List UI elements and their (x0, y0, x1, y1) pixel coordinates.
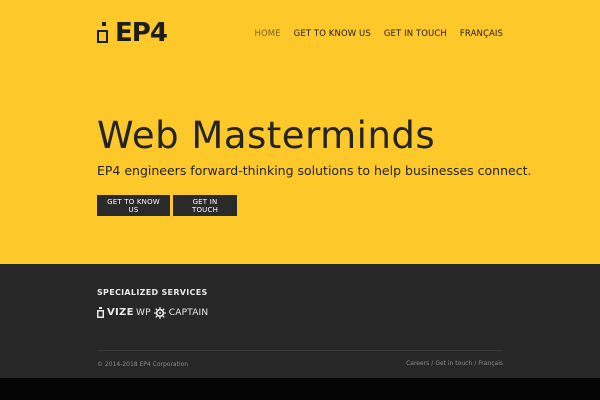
specialized-services-title: SPECIALIZED SERVICES (97, 288, 208, 297)
main-nav: HOME GET TO KNOW US GET IN TOUCH FRANÇAI… (254, 29, 503, 39)
copyright-text: © 2014-2018 EP4 Corporation (97, 361, 189, 368)
footer: SPECIALIZED SERVICES VIZE WP CAPTAIN © 2… (0, 264, 600, 378)
nav-item-get-to-know-us[interactable]: GET TO KNOW US (294, 29, 371, 39)
hero-title: Web Masterminds (97, 114, 436, 157)
logo-mark-icon (97, 19, 111, 47)
vize-partner-link[interactable]: VIZE (97, 307, 134, 318)
bottom-strip (0, 378, 600, 400)
footer-links: Careers / Get in touch / Français (406, 360, 503, 367)
footer-link-francais[interactable]: Français (478, 360, 503, 367)
nav-item-francais[interactable]: FRANÇAIS (460, 29, 503, 39)
hero-section: EP4 HOME GET TO KNOW US GET IN TOUCH FRA… (0, 0, 600, 264)
footer-link-get-in-touch[interactable]: Get in touch (435, 360, 472, 367)
vize-logo-icon (97, 307, 104, 318)
get-in-touch-button[interactable]: GET IN TOUCH (173, 195, 237, 216)
wp-captain-partner-link[interactable]: WP CAPTAIN (136, 307, 208, 319)
wp-captain-suffix: CAPTAIN (168, 308, 209, 318)
site-logo[interactable]: EP4 (97, 18, 168, 48)
nav-item-get-in-touch[interactable]: GET IN TOUCH (384, 29, 447, 39)
wp-captain-prefix: WP (136, 308, 151, 318)
logo-text: EP4 (115, 18, 168, 48)
get-to-know-us-button[interactable]: GET TO KNOW US (97, 195, 170, 216)
vize-name: VIZE (107, 307, 134, 318)
footer-link-separator: / (474, 360, 477, 367)
footer-link-separator: / (431, 360, 434, 367)
hero-subtitle: EP4 engineers forward-thinking solutions… (97, 163, 532, 178)
ship-wheel-icon (153, 307, 166, 319)
nav-item-home[interactable]: HOME (254, 29, 280, 39)
footer-link-careers[interactable]: Careers (406, 360, 429, 367)
footer-divider (97, 350, 503, 351)
